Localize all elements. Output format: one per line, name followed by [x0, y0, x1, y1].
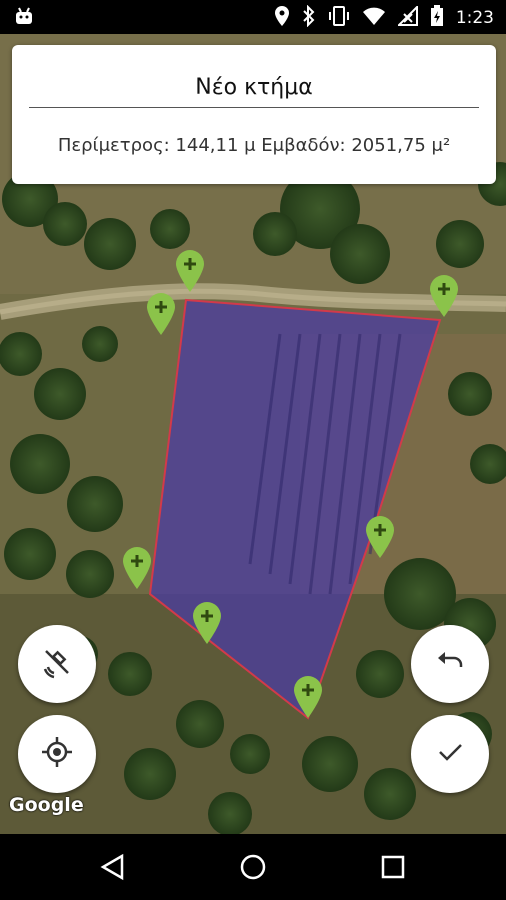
- vertex-marker[interactable]: [192, 601, 222, 645]
- status-time: 1:23: [455, 8, 494, 28]
- google-attribution: Google: [9, 794, 84, 816]
- status-bar: 1:23: [0, 0, 506, 34]
- check-icon: [435, 737, 465, 771]
- vibrate-icon: [328, 5, 350, 31]
- satellite-off-icon: [40, 645, 74, 683]
- location-icon: [274, 5, 290, 31]
- navigation-bar: [0, 834, 506, 900]
- satellite-off-button[interactable]: [18, 625, 96, 703]
- no-signal-icon: [396, 4, 418, 30]
- my-location-button[interactable]: [18, 715, 96, 793]
- battery-charging-icon: [430, 5, 444, 31]
- vertex-marker[interactable]: [365, 515, 395, 559]
- undo-icon: [435, 647, 465, 681]
- home-icon[interactable]: [238, 852, 268, 882]
- back-icon[interactable]: [98, 852, 128, 882]
- recents-icon[interactable]: [378, 852, 408, 882]
- my-location-icon: [40, 735, 74, 773]
- parcel-name-field[interactable]: Νέο κτήμα: [29, 63, 479, 108]
- undo-button[interactable]: [411, 625, 489, 703]
- parcel-info-card: Νέο κτήμα Περίμετρος: 144,11 μ Εμβαδόν: …: [12, 45, 496, 184]
- vertex-marker[interactable]: [175, 249, 205, 293]
- vertex-marker[interactable]: [293, 675, 323, 719]
- vertex-marker[interactable]: [122, 546, 152, 590]
- confirm-button[interactable]: [411, 715, 489, 793]
- parcel-stats: Περίμετρος: 144,11 μ Εμβαδόν: 2051,75 μ²: [57, 135, 451, 156]
- bluetooth-icon: [302, 4, 316, 31]
- wifi-icon: [362, 6, 386, 30]
- vertex-marker[interactable]: [146, 292, 176, 336]
- android-icon: [14, 6, 34, 30]
- vertex-marker[interactable]: [429, 274, 459, 318]
